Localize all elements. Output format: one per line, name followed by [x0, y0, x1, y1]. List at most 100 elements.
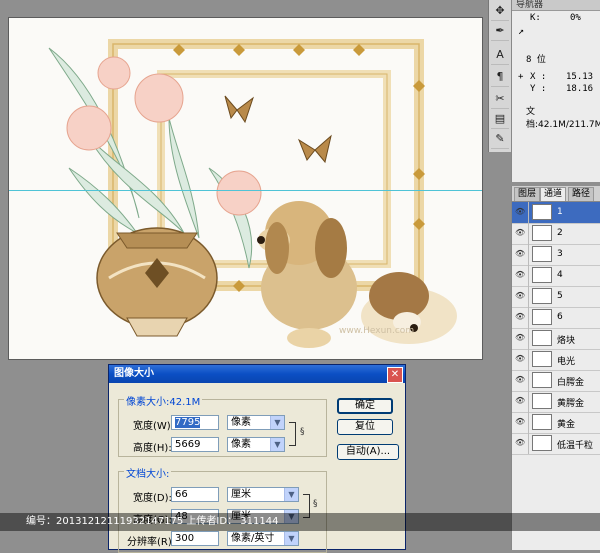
type-tool-icon[interactable]: A — [491, 46, 509, 65]
resolution-input[interactable]: 300 — [171, 531, 219, 546]
channel-thumbnail — [532, 288, 552, 304]
channel-row[interactable]: 👁 4 — [512, 265, 600, 287]
width-unit-select[interactable]: 像素 ▼ — [227, 415, 285, 430]
channel-label: 4 — [557, 270, 563, 280]
channel-label: 白腭金 — [557, 378, 585, 388]
auto-button[interactable]: 自动(A)... — [337, 444, 399, 460]
eye-icon[interactable]: 👁 — [515, 355, 525, 363]
channel-row[interactable]: 👁 黄腭金 — [512, 391, 600, 413]
brush-tool-icon[interactable]: ✎ — [491, 130, 509, 149]
tools-icon[interactable]: ✂ — [491, 90, 509, 109]
row-divider — [528, 202, 529, 223]
tab-channels[interactable]: 通道 — [540, 187, 567, 201]
resolution-label: 分辨率(R): — [127, 537, 176, 548]
paragraph-tool-icon[interactable]: ¶ — [491, 68, 509, 87]
tool-strip: ✥ ✒ A ¶ ✂ ▤ ✎ — [488, 0, 512, 152]
navigator-tab[interactable]: 导航器 — [516, 0, 543, 10]
eye-icon[interactable]: 👁 — [515, 439, 525, 447]
row-divider — [528, 391, 529, 412]
row-divider — [528, 370, 529, 391]
row-divider — [528, 286, 529, 307]
info-panel: 导航器 K: 0% ↗ 8 位 + X : 15.13 Y : 18.16 文档… — [511, 0, 600, 182]
channel-row[interactable]: 👁 烙块 — [512, 328, 600, 350]
vase — [96, 227, 218, 337]
chain-link-icon: § — [313, 499, 318, 509]
row-divider — [528, 349, 529, 370]
ok-button[interactable]: 确定 — [337, 398, 393, 414]
channel-row[interactable]: 👁 白腭金 — [512, 370, 600, 392]
k-value: 0% — [570, 13, 581, 23]
width-label: 宽度(W): — [133, 421, 175, 432]
eye-icon[interactable]: 👁 — [515, 376, 525, 384]
doc-width-input[interactable]: 66 — [171, 487, 219, 502]
channel-thumbnail — [532, 435, 552, 451]
butterfly-1 — [224, 95, 254, 124]
resolution-unit-select[interactable]: 像素/英寸 ▼ — [227, 531, 299, 546]
document-size: 文档:42.1M/211.7M — [526, 107, 600, 130]
move-tool-icon[interactable]: ✥ — [491, 2, 509, 21]
close-icon[interactable]: ✕ — [387, 367, 403, 383]
channel-label: 电光 — [557, 357, 576, 367]
panel-tabs: 图层 通道 路径 — [512, 186, 600, 202]
eye-icon[interactable]: 👁 — [515, 397, 525, 405]
channel-thumbnail — [532, 267, 552, 283]
channel-label: 黄金 — [557, 420, 576, 430]
channel-thumbnail — [532, 393, 552, 409]
constrain-bracket — [289, 422, 296, 446]
channel-thumbnail — [532, 246, 552, 262]
channel-label: 6 — [557, 312, 563, 322]
butterfly-2 — [297, 134, 332, 164]
height-unit-select[interactable]: 像素 ▼ — [227, 437, 285, 452]
channel-thumbnail — [532, 204, 552, 220]
eye-icon[interactable]: 👁 — [515, 313, 525, 321]
channel-row[interactable]: 👁 1 — [512, 202, 600, 224]
eye-icon[interactable]: 👁 — [515, 250, 525, 258]
reset-button[interactable]: 复位 — [337, 419, 393, 435]
channel-label: 5 — [557, 291, 563, 301]
pen-tool-icon[interactable]: ✒ — [491, 22, 509, 41]
info-tab-bar: 导航器 — [512, 0, 600, 11]
eyedropper-icon: ↗ — [518, 26, 525, 37]
channel-label: 3 — [557, 249, 563, 259]
eye-icon[interactable]: 👁 — [515, 271, 525, 279]
canvas-artwork: www.Hexun.com — [48, 39, 457, 348]
doc-width-unit-select[interactable]: 厘米 ▼ — [227, 487, 299, 502]
k-label: K: — [530, 13, 541, 23]
chevron-down-icon: ▼ — [270, 438, 284, 451]
crosshair-icon: + — [518, 72, 524, 82]
row-divider — [528, 433, 529, 454]
row-divider — [528, 328, 529, 349]
channel-thumbnail — [532, 414, 552, 430]
height-input[interactable]: 5669 — [171, 437, 219, 452]
channel-row[interactable]: 👁 6 — [512, 307, 600, 329]
chain-link-icon: § — [300, 427, 305, 437]
dialog-title: 图像大小 — [109, 365, 405, 383]
channel-row[interactable]: 👁 2 — [512, 223, 600, 245]
row-divider — [528, 244, 529, 265]
doc-width-label: 宽度(D): — [133, 493, 172, 504]
chevron-down-icon: ▼ — [284, 532, 298, 545]
channel-row[interactable]: 👁 黄金 — [512, 412, 600, 434]
eye-icon[interactable]: 👁 — [515, 208, 525, 216]
height-label: 高度(H): — [133, 443, 172, 454]
width-input[interactable]: 7795 — [171, 415, 219, 430]
channel-row[interactable]: 👁 电光 — [512, 349, 600, 371]
document-canvas[interactable]: www.Hexun.com — [8, 17, 483, 360]
layers-icon[interactable]: ▤ — [491, 110, 509, 129]
canvas-watermark: www.Hexun.com — [339, 326, 414, 336]
eye-icon[interactable]: 👁 — [515, 292, 525, 300]
channel-row[interactable]: 👁 低温千粒 — [512, 433, 600, 455]
channel-thumbnail — [532, 225, 552, 241]
tab-layers[interactable]: 图层 — [514, 187, 541, 201]
row-divider — [528, 412, 529, 433]
channel-thumbnail — [532, 372, 552, 388]
channel-row[interactable]: 👁 5 — [512, 286, 600, 308]
watermark-bar: 编号：20131212111932147175 上传者ID： 311144 — [0, 513, 600, 531]
eye-icon[interactable]: 👁 — [515, 418, 525, 426]
eye-icon[interactable]: 👁 — [515, 334, 525, 342]
guide-line[interactable] — [9, 190, 482, 191]
channel-row[interactable]: 👁 3 — [512, 244, 600, 266]
eye-icon[interactable]: 👁 — [515, 229, 525, 237]
tab-paths[interactable]: 路径 — [568, 187, 595, 201]
y-value: 18.16 — [566, 84, 594, 94]
